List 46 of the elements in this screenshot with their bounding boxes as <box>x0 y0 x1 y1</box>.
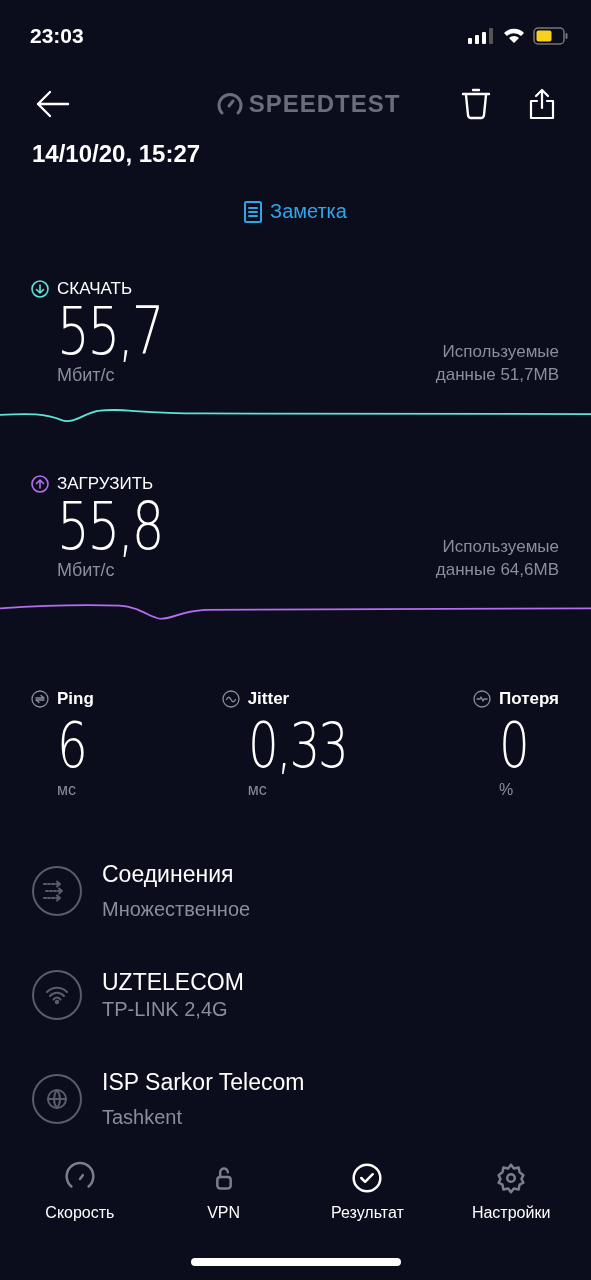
detail-title: ISP Sarkor Telecom <box>102 1069 305 1096</box>
wave-icon <box>221 690 240 708</box>
exchange-icon <box>31 690 49 708</box>
stat-label: Потеря <box>498 689 559 709</box>
detail-subtitle: TP-LINK 2,4G <box>102 998 229 1021</box>
wifi-icon <box>503 28 525 44</box>
note-link[interactable]: Заметка <box>244 200 347 223</box>
data-used-amount: данные 51,7MB <box>435 364 559 386</box>
tab-item[interactable]: Настройки <box>439 1158 583 1222</box>
wifi-icon <box>32 970 82 1020</box>
share-icon[interactable] <box>529 88 555 120</box>
stat-unit: % <box>498 781 515 799</box>
data-used-label: Используемые <box>442 341 559 363</box>
measurement-label: СКАЧАТЬ <box>57 279 133 299</box>
stat-unit: мс <box>247 781 268 799</box>
globe-icon <box>32 1074 82 1124</box>
stat-label: Jitter <box>247 689 290 709</box>
stat-value: 0 <box>498 715 529 777</box>
test-date: 14/10/20, 15:27 <box>31 139 202 168</box>
stat-unit: мс <box>57 781 77 799</box>
data-used-label: Используемые <box>442 536 559 558</box>
tab-item[interactable]: Результат <box>295 1158 440 1222</box>
signal-icon <box>468 28 495 44</box>
clock-time: 23:03 <box>30 24 84 48</box>
speed-unit: Мбит/с <box>57 560 116 581</box>
note-icon <box>244 200 263 223</box>
speed-unit: Мбит/с <box>57 365 116 386</box>
tab-item[interactable]: VPN <box>151 1158 296 1222</box>
stat-label: Ping <box>57 689 94 709</box>
stat-value: 6 <box>57 715 86 777</box>
detail-subtitle: Множественное <box>102 898 251 921</box>
trash-icon[interactable] <box>461 88 491 120</box>
speed-value: 55,8 <box>57 494 163 560</box>
arrows-icon <box>32 866 82 916</box>
stat-value: 0,33 <box>247 715 346 777</box>
battery-icon <box>533 27 569 45</box>
detail-title: Соединения <box>102 861 235 888</box>
data-used-amount: данные 64,6MB <box>435 559 559 581</box>
detail-subtitle: Tashkent <box>102 1106 184 1129</box>
tab-item[interactable]: Скорость <box>8 1158 152 1222</box>
speed-value: 55,7 <box>57 299 163 365</box>
detail-title: UZTELECOM <box>102 969 244 996</box>
app-logo: SPEEDTEST <box>216 90 401 118</box>
measurement-label: ЗАГРУЗИТЬ <box>57 474 154 494</box>
pulse-icon <box>472 690 491 708</box>
back-arrow-icon[interactable] <box>36 90 70 118</box>
